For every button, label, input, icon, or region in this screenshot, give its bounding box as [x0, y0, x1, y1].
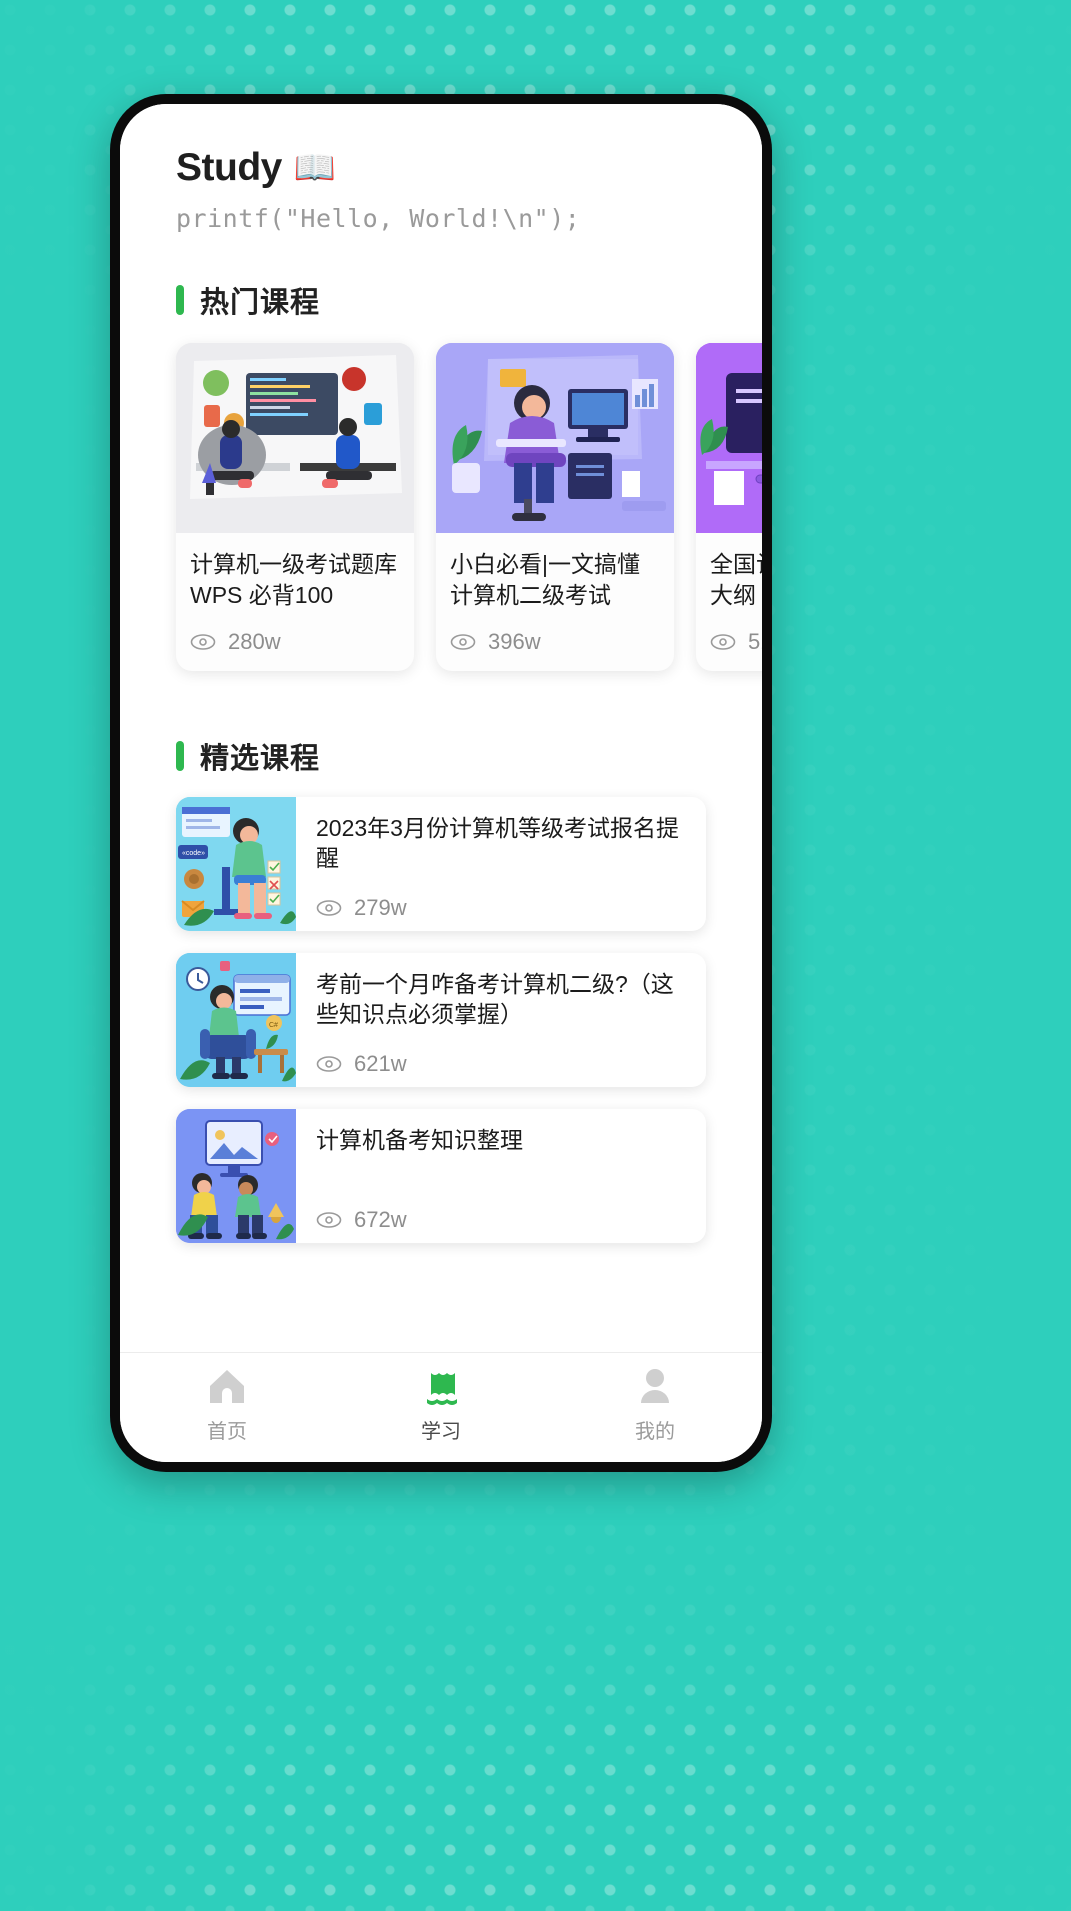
- list-item[interactable]: C# 考前一个月咋备考计算机二级?（这些知识点必须掌握） 621w: [176, 953, 706, 1087]
- open-book-icon: 📖: [293, 149, 336, 187]
- section-accent-bar: [176, 741, 184, 771]
- course-thumbnail: [696, 343, 762, 533]
- course-thumbnail: [176, 1109, 296, 1243]
- list-item-body: 计算机备考知识整理 672w: [296, 1109, 706, 1243]
- view-count-text: 512w: [748, 629, 762, 654]
- course-view-count: 280w: [190, 629, 400, 655]
- book-icon: [421, 1366, 461, 1406]
- course-title: 计算机一级考试题库 WPS 必背100: [190, 551, 397, 608]
- eye-icon: [316, 1056, 342, 1072]
- course-view-count: 672w: [316, 1207, 688, 1233]
- illustration-coding-woman: «code»: [176, 797, 296, 931]
- illustration-desk-worker: [436, 343, 674, 533]
- course-view-count: 621w: [316, 1051, 688, 1077]
- course-view-count: 396w: [450, 629, 660, 655]
- illustration-classroom: [176, 343, 414, 533]
- course-title: 小白必看|一文搞懂计算机二级考试: [450, 551, 640, 608]
- popular-course-rail[interactable]: 计算机一级考试题库 WPS 必背100 280w 小白必看|一文搞懂计算机二级考…: [120, 321, 762, 689]
- tab-profile[interactable]: 我的: [595, 1366, 715, 1444]
- tab-home[interactable]: 首页: [167, 1366, 287, 1444]
- tab-label: 我的: [635, 1420, 675, 1443]
- bottom-navigation: 首页 学习 我的: [120, 1352, 762, 1462]
- course-card[interactable]: 全国计算机等级考试大纲 512w: [696, 343, 762, 671]
- course-card-body: 小白必看|一文搞懂计算机二级考试 396w: [436, 533, 674, 671]
- page-title-text: Study: [176, 146, 282, 189]
- code-subtitle: printf("Hello, World!\n");: [176, 204, 581, 233]
- eye-icon: [316, 1212, 342, 1228]
- course-view-count: 512w: [710, 629, 762, 655]
- svg-text:«code»: «code»: [182, 850, 205, 857]
- view-count-text: 280w: [228, 629, 281, 654]
- phone-screen: Study 📖 printf("Hello, World!\n"); 热门课程: [120, 104, 762, 1462]
- course-title: 计算机备考知识整理: [316, 1127, 523, 1153]
- course-card[interactable]: 小白必看|一文搞懂计算机二级考试 396w: [436, 343, 674, 671]
- course-card[interactable]: 计算机一级考试题库 WPS 必背100 280w: [176, 343, 414, 671]
- list-item[interactable]: 计算机备考知识整理 672w: [176, 1109, 706, 1243]
- featured-course-list: «code» 2023年3月份计算机等级考试报名提醒 279w C# 考前一个月…: [120, 777, 762, 1243]
- section-accent-bar: [176, 285, 184, 315]
- phone-frame: Study 📖 printf("Hello, World!\n"); 热门课程: [110, 94, 772, 1472]
- eye-icon: [316, 900, 342, 916]
- course-thumbnail: [436, 343, 674, 533]
- illustration-armchair-study: C#: [176, 953, 296, 1087]
- course-thumbnail: C#: [176, 953, 296, 1087]
- course-title: 考前一个月咋备考计算机二级?（这些知识点必须掌握）: [316, 971, 674, 1028]
- view-count-text: 621w: [354, 1051, 407, 1076]
- tab-study[interactable]: 学习: [381, 1366, 501, 1444]
- tab-label: 首页: [207, 1420, 247, 1443]
- page-title: Study 📖: [120, 146, 762, 190]
- eye-icon: [710, 634, 736, 650]
- eye-icon: [190, 634, 216, 650]
- view-count-text: 396w: [488, 629, 541, 654]
- illustration-study-purple: [696, 343, 762, 533]
- scroll-content[interactable]: Study 📖 printf("Hello, World!\n"); 热门课程: [120, 104, 762, 1352]
- person-icon: [635, 1366, 675, 1406]
- background-fade-right: [811, 0, 1071, 1911]
- list-item[interactable]: «code» 2023年3月份计算机等级考试报名提醒 279w: [176, 797, 706, 931]
- illustration-team-media: [176, 1109, 296, 1243]
- section-title-featured: 精选课程: [200, 743, 321, 775]
- home-icon: [207, 1366, 247, 1406]
- course-title: 全国计算机等级考试大纲: [710, 551, 762, 608]
- course-view-count: 279w: [316, 895, 688, 921]
- section-header-featured: 精选课程: [120, 735, 762, 777]
- view-count-text: 672w: [354, 1207, 407, 1232]
- list-item-body: 2023年3月份计算机等级考试报名提醒 279w: [296, 797, 706, 931]
- course-card-body: 全国计算机等级考试大纲 512w: [696, 533, 762, 671]
- section-header-popular: 热门课程: [120, 279, 762, 321]
- course-thumbnail: [176, 343, 414, 533]
- eye-icon: [450, 634, 476, 650]
- course-card-body: 计算机一级考试题库 WPS 必背100 280w: [176, 533, 414, 671]
- section-title-popular: 热门课程: [200, 287, 321, 319]
- list-item-body: 考前一个月咋备考计算机二级?（这些知识点必须掌握） 621w: [296, 953, 706, 1087]
- view-count-text: 279w: [354, 895, 407, 920]
- svg-text:C#: C#: [269, 1022, 278, 1029]
- tab-label: 学习: [421, 1420, 461, 1443]
- course-thumbnail: «code»: [176, 797, 296, 931]
- course-title: 2023年3月份计算机等级考试报名提醒: [316, 815, 679, 872]
